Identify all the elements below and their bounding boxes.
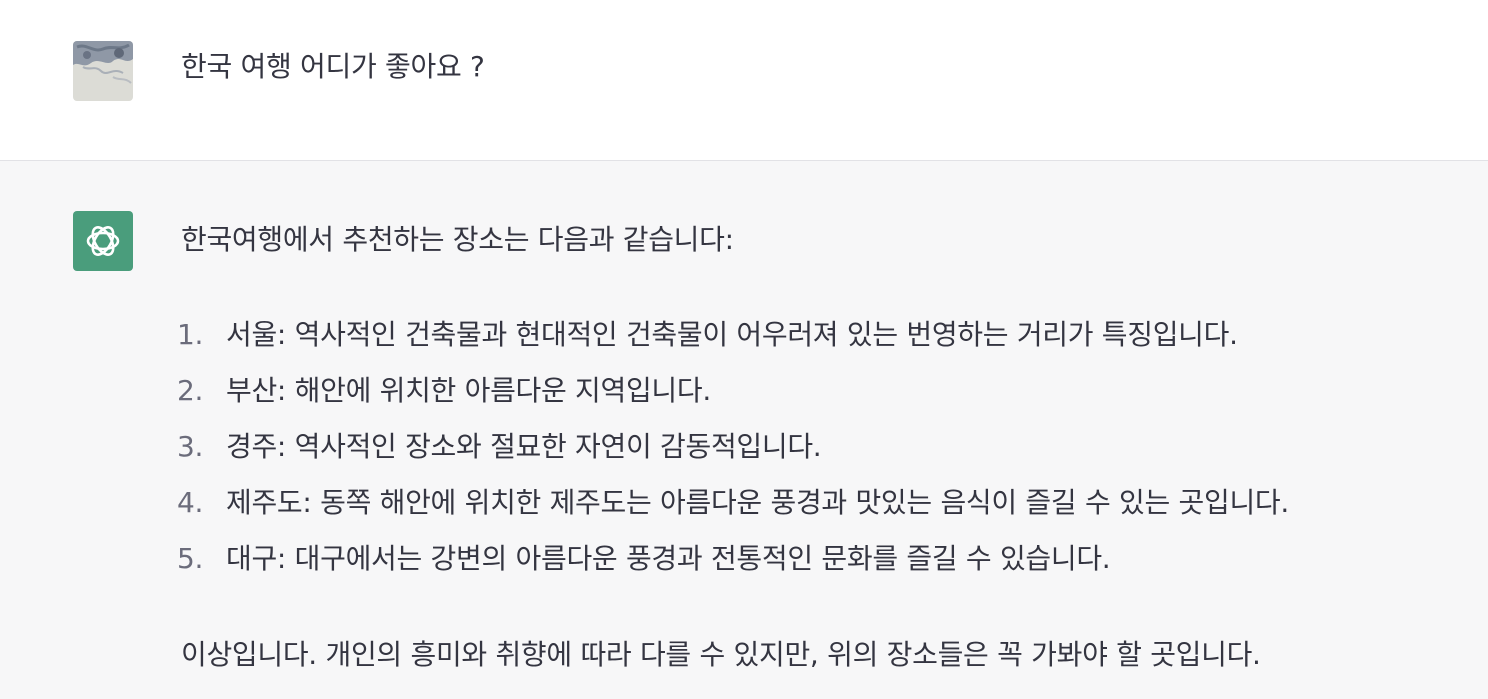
- list-item-text: 경주: 역사적인 장소와 절묘한 자연이 감동적입니다.: [226, 430, 822, 463]
- user-message-text: 한국 여행 어디가 좋아요 ?: [181, 50, 485, 83]
- assistant-outro: 이상입니다. 개인의 흥미와 취향에 따라 다를 수 있지만, 위의 장소들은 …: [181, 638, 1261, 671]
- list-item: 5. 대구: 대구에서는 강변의 아름다운 풍경과 전통적인 문화를 즐길 수 …: [177, 539, 1289, 595]
- list-item: 4. 제주도: 동쪽 해안에 위치한 제주도는 아름다운 풍경과 맛있는 음식이…: [177, 483, 1289, 539]
- list-item-text: 제주도: 동쪽 해안에 위치한 제주도는 아름다운 풍경과 맛있는 음식이 즐길…: [226, 486, 1289, 519]
- list-item: 3. 경주: 역사적인 장소와 절묘한 자연이 감동적입니다.: [177, 427, 1289, 483]
- list-item-text: 서울: 역사적인 건축물과 현대적인 건축물이 어우러져 있는 번영하는 거리가…: [226, 318, 1238, 351]
- list-item-number: 2.: [177, 374, 204, 407]
- list-item-number: 5.: [177, 542, 204, 575]
- assistant-message-body: 한국여행에서 추천하는 장소는 다음과 같습니다: 1. 서울: 역사적인 건축…: [177, 220, 1461, 671]
- list-item-text: 대구: 대구에서는 강변의 아름다운 풍경과 전통적인 문화를 즐길 수 있습니…: [226, 542, 1111, 575]
- list-item: 2. 부산: 해안에 위치한 아름다운 지역입니다.: [177, 371, 1289, 427]
- user-message-row: 한국 여행 어디가 좋아요 ?: [0, 0, 1488, 161]
- user-photo-avatar-icon: [73, 41, 133, 101]
- assistant-message-row: 한국여행에서 추천하는 장소는 다음과 같습니다: 1. 서울: 역사적인 건축…: [0, 161, 1488, 699]
- user-avatar: [73, 41, 133, 101]
- assistant-avatar: [73, 211, 133, 271]
- assistant-intro: 한국여행에서 추천하는 장소는 다음과 같습니다:: [181, 223, 734, 256]
- list-item-number: 4.: [177, 486, 204, 519]
- recommendation-list: 1. 서울: 역사적인 건축물과 현대적인 건축물이 어우러져 있는 번영하는 …: [177, 315, 1289, 595]
- list-item: 1. 서울: 역사적인 건축물과 현대적인 건축물이 어우러져 있는 번영하는 …: [177, 315, 1289, 371]
- list-item-number: 3.: [177, 430, 204, 463]
- list-item-text: 부산: 해안에 위치한 아름다운 지역입니다.: [226, 374, 711, 407]
- list-item-number: 1.: [177, 318, 204, 351]
- openai-logo-icon: [86, 226, 120, 256]
